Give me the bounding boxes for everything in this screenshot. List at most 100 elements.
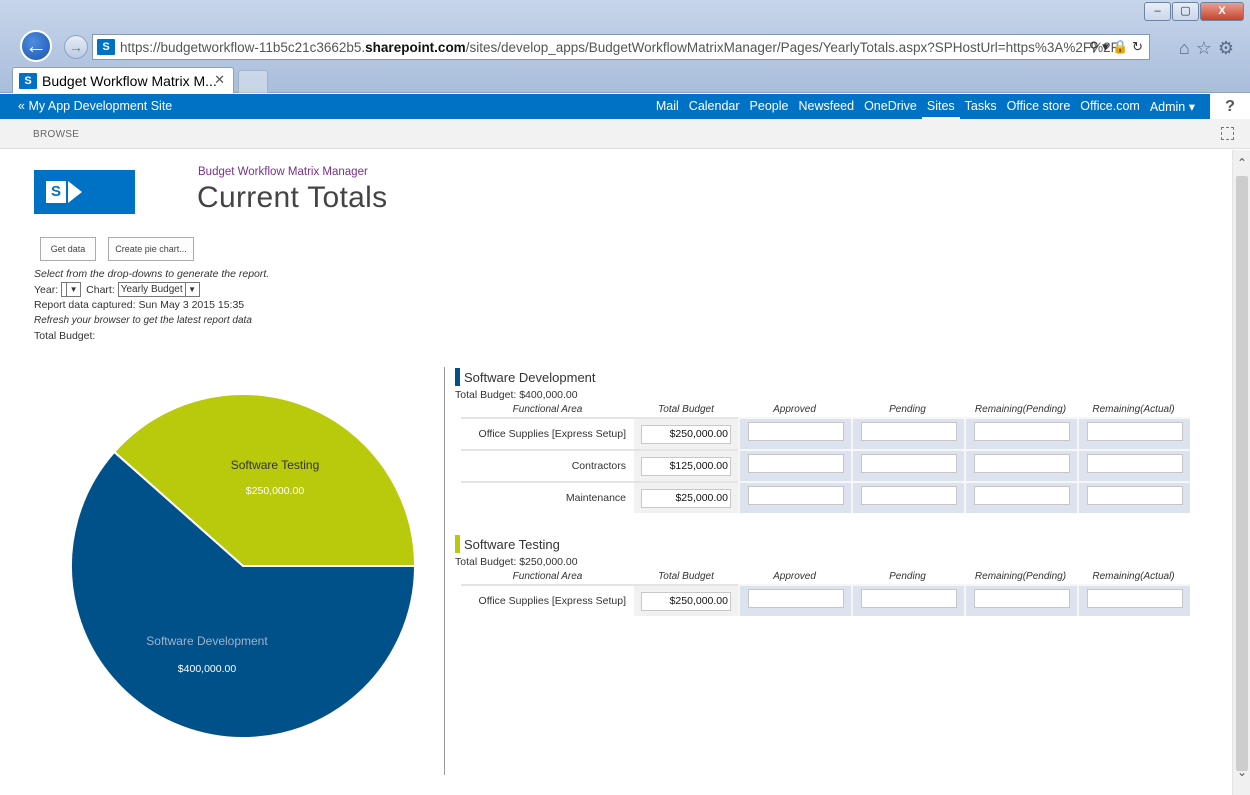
ribbon: BROWSE [0, 119, 1250, 149]
suite-link-newsfeed[interactable]: Newsfeed [793, 94, 859, 119]
suite-link-office-store[interactable]: Office store [1002, 94, 1076, 119]
pending-input[interactable] [860, 422, 957, 441]
total-budget-value: $250,000.00 [641, 592, 731, 611]
app-name-link[interactable]: Budget Workflow Matrix Manager [198, 166, 368, 178]
forward-button[interactable]: → [64, 35, 88, 59]
table-row: Contractors $125,000.00 [461, 449, 1190, 481]
create-pie-chart-button[interactable]: Create pie chart... [108, 237, 194, 261]
remaining-actual-cell [1077, 481, 1190, 513]
browser-tab[interactable]: S Budget Workflow Matrix M... ✕ [12, 67, 234, 93]
approved-input[interactable] [747, 454, 844, 473]
suite-link-calendar[interactable]: Calendar [684, 94, 745, 119]
section-total-budget: Total Budget: $250,000.00 [455, 556, 578, 568]
vertical-divider [444, 367, 445, 775]
scroll-thumb[interactable] [1236, 176, 1248, 771]
focus-on-content-icon[interactable] [1221, 127, 1234, 140]
remaining-actual-input[interactable] [1086, 589, 1183, 608]
sharepoint-s-icon: S [46, 181, 66, 203]
section-title: Software Testing [464, 536, 560, 552]
minimize-button[interactable]: – [1144, 2, 1171, 21]
remaining-actual-cell [1077, 584, 1190, 616]
budget-table: Functional Area Total Budget Approved Pe… [461, 402, 1190, 513]
site-link[interactable]: « My App Development Site [18, 99, 172, 113]
column-header: Functional Area [512, 571, 583, 582]
sharepoint-favicon-icon: S [97, 39, 115, 55]
remaining-pending-input[interactable] [973, 589, 1070, 608]
column-header: Pending [889, 404, 926, 415]
get-data-button[interactable]: Get data [40, 237, 96, 261]
back-button[interactable]: ← [20, 30, 52, 62]
help-button[interactable]: ? [1210, 94, 1250, 119]
pie-value-label: $250,000.00 [246, 485, 305, 497]
maximize-button[interactable]: ▢ [1172, 2, 1199, 21]
pending-cell [851, 584, 964, 616]
pie-chart-svg: Software Testing $250,000.00 Software Deve… [70, 393, 417, 739]
browser-toolbar-icons[interactable]: ⌂☆⚙ [1179, 38, 1240, 59]
approved-input[interactable] [747, 486, 844, 505]
vertical-scrollbar[interactable]: ⌃ ⌄ [1232, 150, 1250, 795]
instructions-text: Select from the drop-downs to generate t… [34, 268, 270, 280]
suite-link-office-com[interactable]: Office.com [1075, 94, 1145, 119]
total-budget-cell: $125,000.00 [634, 449, 738, 481]
suite-link-onedrive[interactable]: OneDrive [859, 94, 922, 119]
column-header: Remaining(Pending) [974, 404, 1067, 415]
suite-link-mail[interactable]: Mail [651, 94, 684, 119]
column-header: Pending [889, 571, 926, 582]
column-header: Approved [773, 404, 816, 415]
year-dropdown[interactable]: ▼ [61, 282, 82, 297]
remaining-pending-cell [964, 449, 1077, 481]
column-header: Approved [773, 571, 816, 582]
total-budget-cell: $250,000.00 [634, 584, 738, 616]
total-budget-label: Total Budget: [34, 330, 96, 342]
favorites-star-icon[interactable]: ☆ [1196, 38, 1218, 58]
total-budget-value: $25,000.00 [641, 489, 731, 508]
settings-gear-icon[interactable]: ⚙ [1218, 38, 1240, 58]
ribbon-tab-browse[interactable]: BROWSE [33, 129, 79, 140]
suite-link-people[interactable]: People [745, 94, 794, 119]
column-header: Total Budget [658, 404, 714, 415]
remaining-pending-cell [964, 417, 1077, 449]
remaining-actual-input[interactable] [1086, 422, 1183, 441]
table-row: Maintenance $25,000.00 [461, 481, 1190, 513]
close-window-button[interactable]: X [1200, 2, 1244, 21]
url-text: https://budgetworkflow-11b5c21c3662b5.sh… [120, 39, 1119, 55]
suite-link-admin[interactable]: Admin ▾ [1145, 94, 1200, 119]
sharepoint-logo[interactable]: S [34, 170, 135, 214]
suite-link-sites[interactable]: Sites [921, 94, 960, 119]
remaining-actual-input[interactable] [1086, 486, 1183, 505]
sharepoint-arrow-icon [68, 181, 82, 203]
pending-cell [851, 481, 964, 513]
new-tab-button[interactable] [238, 70, 268, 93]
remaining-pending-input[interactable] [973, 486, 1070, 505]
tab-close-icon[interactable]: ✕ [214, 72, 225, 88]
remaining-actual-input[interactable] [1086, 454, 1183, 473]
column-header: Remaining(Pending) [974, 571, 1067, 582]
section-header: Software Development [455, 368, 1190, 386]
column-header: Functional Area [512, 404, 583, 415]
suite-link-tasks[interactable]: Tasks [960, 94, 1002, 119]
address-bar-icons[interactable]: ⚲ ▾ 🔒 ↻ [1089, 39, 1143, 55]
home-icon[interactable]: ⌂ [1179, 38, 1196, 58]
approved-input[interactable] [747, 589, 844, 608]
functional-area-cell: Office Supplies [Express Setup] [461, 417, 634, 449]
pending-input[interactable] [860, 486, 957, 505]
approved-cell [738, 449, 851, 481]
scroll-down-icon[interactable]: ⌄ [1233, 763, 1250, 781]
remaining-pending-input[interactable] [973, 454, 1070, 473]
scroll-up-icon[interactable]: ⌃ [1233, 154, 1250, 172]
remaining-pending-input[interactable] [973, 422, 1070, 441]
section-software-development: Software Development Total Budget: $400,… [455, 368, 1190, 513]
suite-links: Mail Calendar People Newsfeed OneDrive S… [651, 94, 1200, 119]
remaining-pending-cell [964, 481, 1077, 513]
pie-category-label: Software Testing [231, 458, 320, 472]
total-budget-cell: $25,000.00 [634, 481, 738, 513]
pending-input[interactable] [860, 454, 957, 473]
chart-dropdown[interactable]: Yearly Budget ▼ [117, 282, 200, 297]
pending-input[interactable] [860, 589, 957, 608]
total-budget-value: $250,000.00 [641, 425, 731, 444]
approved-input[interactable] [747, 422, 844, 441]
chevron-down-icon: ▼ [66, 283, 80, 296]
section-header: Software Testing [455, 535, 1190, 553]
section-color-marker [455, 535, 460, 553]
address-bar[interactable]: S https://budgetworkflow-11b5c21c3662b5.… [92, 34, 1150, 60]
